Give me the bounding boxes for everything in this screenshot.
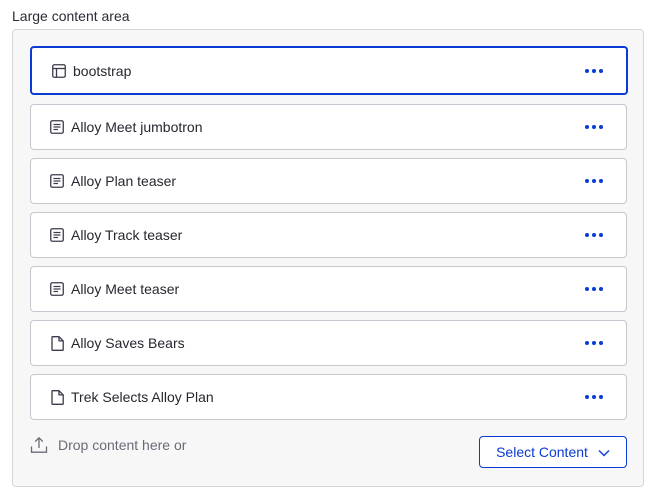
- page-icon: [49, 335, 65, 351]
- block-icon: [49, 119, 65, 135]
- drop-zone[interactable]: Drop content here or: [30, 436, 186, 454]
- more-options-icon[interactable]: [582, 333, 606, 353]
- more-options-icon[interactable]: [582, 171, 606, 191]
- section-label: Large content area: [12, 8, 130, 24]
- item-label: Alloy Track teaser: [71, 227, 183, 243]
- more-options-icon[interactable]: [582, 225, 606, 245]
- drop-text: Drop content here or: [58, 437, 187, 453]
- select-content-button[interactable]: Select Content: [479, 436, 627, 468]
- more-options-icon[interactable]: [582, 117, 606, 137]
- layout-icon: [51, 63, 67, 79]
- item-label: Alloy Meet jumbotron: [71, 119, 203, 135]
- content-item-bootstrap[interactable]: bootstrap: [30, 46, 628, 95]
- item-label: bootstrap: [73, 62, 132, 79]
- more-options-icon[interactable]: [582, 61, 606, 81]
- block-icon: [49, 281, 65, 297]
- block-icon: [49, 227, 65, 243]
- more-options-icon[interactable]: [582, 279, 606, 299]
- content-item-alloy-plan-teaser[interactable]: Alloy Plan teaser: [30, 158, 627, 204]
- content-item-alloy-track-teaser[interactable]: Alloy Track teaser: [30, 212, 627, 258]
- item-label: Trek Selects Alloy Plan: [71, 389, 214, 405]
- content-item-alloy-meet-jumbotron[interactable]: Alloy Meet jumbotron: [30, 104, 627, 150]
- page-icon: [49, 389, 65, 405]
- block-icon: [49, 173, 65, 189]
- content-area[interactable]: bootstrap Alloy Meet jumbotron Alloy Pla…: [12, 29, 644, 487]
- item-label: Alloy Plan teaser: [71, 173, 177, 189]
- content-item-trek-selects-alloy-plan[interactable]: Trek Selects Alloy Plan: [30, 374, 627, 420]
- item-label: Alloy Meet teaser: [71, 281, 180, 297]
- content-item-alloy-meet-teaser[interactable]: Alloy Meet teaser: [30, 266, 627, 312]
- content-item-alloy-saves-bears[interactable]: Alloy Saves Bears: [30, 320, 627, 366]
- more-options-icon[interactable]: [582, 387, 606, 407]
- item-label: Alloy Saves Bears: [71, 335, 185, 351]
- chevron-down-icon: [598, 444, 610, 460]
- select-content-label: Select Content: [496, 444, 588, 460]
- upload-icon: [30, 436, 48, 454]
